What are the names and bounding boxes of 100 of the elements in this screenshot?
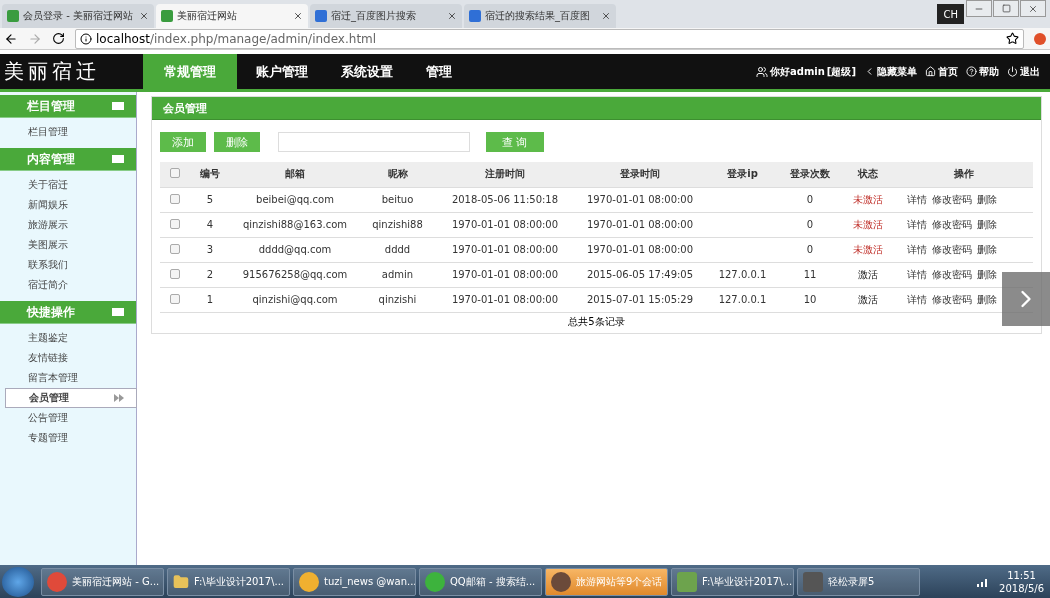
table-cell: 1970-01-01 08:00:00 [451, 244, 559, 255]
header-link[interactable]: 帮助 [979, 64, 999, 79]
table-cell: qinzishi88@163.com [242, 219, 348, 230]
language-bar[interactable]: CH [937, 4, 964, 24]
sidebar-item[interactable]: 新闻娱乐 [0, 195, 136, 215]
table-cell: 2 [206, 269, 214, 280]
checkbox[interactable] [170, 193, 180, 204]
table-cell: 2015-06-05 17:49:05 [586, 269, 694, 280]
taskbar-button[interactable]: F:\毕业设计2017\... [671, 567, 794, 596]
column-header: 登录次数 [780, 162, 840, 187]
info-icon[interactable] [80, 32, 92, 45]
maximize-icon [1001, 4, 1011, 13]
sidebar-item[interactable]: 关于宿迁 [0, 175, 136, 195]
column-header: 登录时间 [575, 162, 705, 187]
table-cell: 0 [806, 219, 814, 230]
start-button[interactable] [2, 566, 34, 597]
table-cell: 5 [206, 194, 214, 205]
reload-icon[interactable] [52, 32, 65, 45]
action-link[interactable]: 详情 [907, 193, 927, 205]
action-link[interactable]: 修改密码 [932, 243, 972, 255]
forward-icon[interactable] [28, 31, 42, 46]
sidebar-item[interactable]: 栏目管理 [0, 122, 136, 142]
taskbar-button[interactable]: F:\毕业设计2017\... [167, 567, 290, 596]
status-text: 未激活 [852, 243, 883, 255]
minimize-button[interactable] [966, 0, 992, 17]
action-link[interactable]: 详情 [907, 268, 927, 280]
action-link[interactable]: 修改密码 [932, 268, 972, 280]
double-arrow-icon [114, 394, 124, 402]
action-link[interactable]: 删除 [977, 268, 997, 280]
close-icon[interactable] [139, 11, 149, 21]
action-link[interactable]: 删除 [977, 293, 997, 305]
extension-icon[interactable] [1034, 32, 1046, 45]
header-link[interactable]: 退出 [1020, 64, 1040, 79]
taskbar-button[interactable]: QQ邮箱 - 搜索结... [419, 567, 542, 596]
close-icon[interactable] [293, 11, 303, 21]
action-link[interactable]: 修改密码 [932, 218, 972, 230]
action-link[interactable]: 修改密码 [932, 193, 972, 205]
table-cell: beibei@qq.com [256, 194, 334, 205]
header-link[interactable]: 隐藏菜单 [877, 64, 917, 79]
status-text: 未激活 [852, 193, 883, 205]
nav-tab[interactable]: 系统设置 [327, 54, 407, 89]
browser-tab[interactable]: 会员登录 - 美丽宿迁网站 [2, 4, 154, 28]
role-text: [超级] [826, 64, 856, 79]
checkbox[interactable] [170, 168, 180, 179]
sidebar-item[interactable]: 留言本管理 [0, 368, 136, 388]
maximize-button[interactable] [993, 0, 1019, 17]
taskbar-button[interactable]: tuzi_news @wan... [293, 567, 416, 596]
address-field[interactable]: localhost/index.php/manage/admin/index.html [75, 28, 1024, 49]
panel-title: 会员管理 [152, 97, 1041, 120]
search-field[interactable] [278, 132, 470, 152]
favicon-icon [7, 10, 19, 22]
table-cell: dddd@qq.com [258, 244, 332, 255]
nav-tab[interactable]: 账户管理 [237, 54, 327, 89]
action-link[interactable]: 删除 [977, 193, 997, 205]
section-title: 快捷操作 [27, 303, 75, 321]
close-icon[interactable] [601, 11, 611, 21]
action-link[interactable]: 修改密码 [932, 293, 972, 305]
sidebar-item[interactable]: 主题鉴定 [0, 328, 136, 348]
header-link[interactable]: 首页 [938, 64, 958, 79]
back-icon[interactable] [4, 31, 18, 46]
sidebar-item[interactable]: 联系我们 [0, 255, 136, 275]
action-link[interactable]: 删除 [977, 243, 997, 255]
taskbar-button[interactable]: 美丽宿迁网站 - G... [41, 567, 164, 596]
table-cell: 2018-05-06 11:50:18 [451, 194, 559, 205]
table-cell: 10 [803, 294, 817, 305]
sidebar-item[interactable]: 公告管理 [0, 408, 136, 428]
next-button[interactable] [1002, 272, 1050, 326]
sidebar-item[interactable]: 宿迁简介 [0, 275, 136, 295]
sidebar-item[interactable]: 专题管理 [0, 428, 136, 448]
bookmark-star-icon[interactable] [1006, 32, 1019, 45]
action-link[interactable]: 详情 [907, 293, 927, 305]
close-button[interactable] [1020, 0, 1046, 17]
sidebar-item[interactable]: 美图展示 [0, 235, 136, 255]
browser-tab[interactable]: 宿迁的搜索结果_百度图 [464, 4, 616, 28]
greeting-text: 你好admin [770, 64, 825, 79]
app-icon [47, 571, 67, 592]
checkbox[interactable] [170, 268, 180, 279]
checkbox[interactable] [170, 218, 180, 229]
action-link[interactable]: 详情 [907, 243, 927, 255]
nav-tab[interactable]: 管理 [407, 54, 471, 89]
sidebar-item[interactable]: 会员管理 [5, 388, 137, 408]
action-link[interactable]: 详情 [907, 218, 927, 230]
browser-tab[interactable]: 美丽宿迁网站 [156, 4, 308, 28]
table-cell: 0 [806, 194, 814, 205]
table-cell: 2015-07-01 15:05:29 [586, 294, 694, 305]
table-cell: 1970-01-01 08:00:00 [586, 244, 694, 255]
taskbar-button[interactable]: 轻松录屏5 [797, 567, 920, 596]
browser-tab[interactable]: 宿迁_百度图片搜索 [310, 4, 462, 28]
action-link[interactable]: 删除 [977, 218, 997, 230]
checkbox[interactable] [170, 243, 180, 254]
checkbox[interactable] [170, 293, 180, 304]
column-header: 邮箱 [230, 162, 360, 187]
table-cell: dddd [384, 244, 411, 255]
status-text: 未激活 [852, 218, 883, 230]
sidebar-item[interactable]: 友情链接 [0, 348, 136, 368]
app-icon [551, 571, 571, 592]
close-icon[interactable] [447, 11, 457, 21]
table-cell: 1 [206, 294, 214, 305]
table-cell: 1970-01-01 08:00:00 [451, 294, 559, 305]
sidebar-item[interactable]: 旅游展示 [0, 215, 136, 235]
